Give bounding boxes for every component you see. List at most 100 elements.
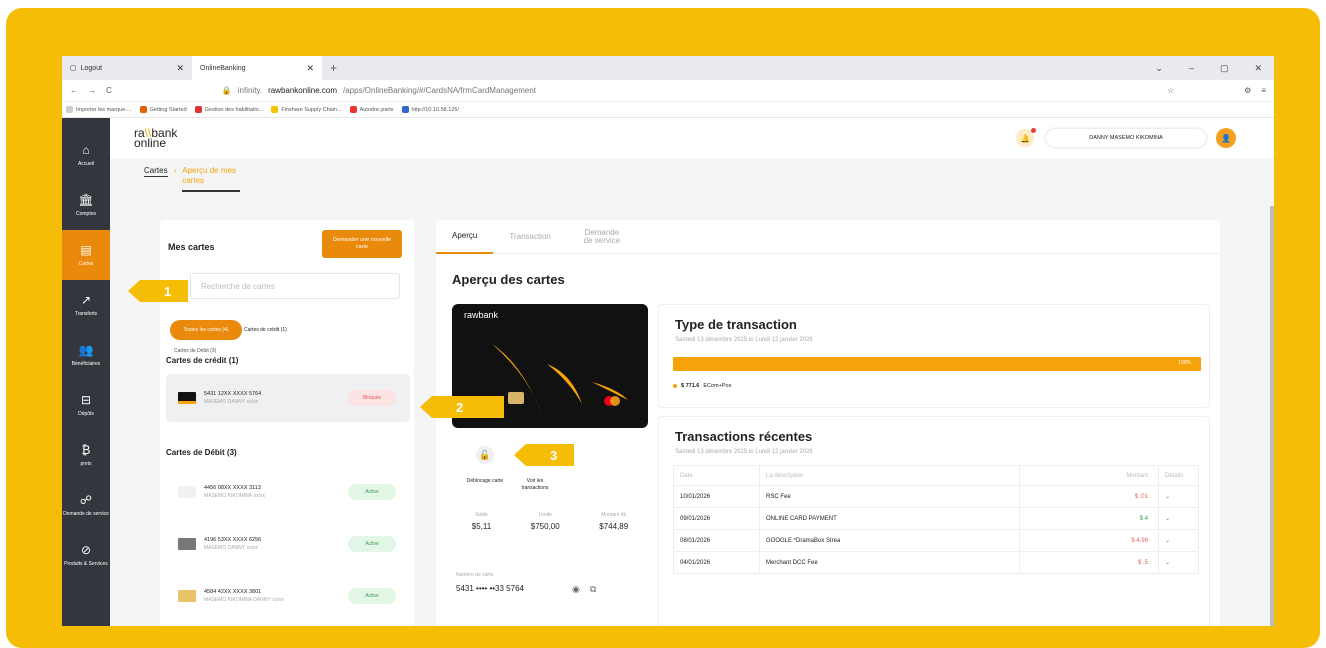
column-header: Détails: [1158, 465, 1199, 486]
reload-icon[interactable]: C: [106, 86, 112, 95]
minimize-icon[interactable]: –: [1189, 63, 1194, 74]
card-thumbnail: [178, 590, 196, 602]
logo-text: online: [134, 136, 167, 150]
transaction-type-title: Type de transaction: [675, 317, 797, 332]
tab-apercu[interactable]: Aperçu: [436, 220, 494, 254]
sidebar-item-beneficiaires[interactable]: 👥 Bénéficiaires: [62, 330, 110, 380]
sidebar-item-transferts[interactable]: ↗ Transferts: [62, 280, 110, 330]
sidebar-item-label: Dépôts: [78, 411, 94, 417]
sidebar-item-produits[interactable]: ⊘ Produits & Services: [62, 530, 110, 580]
row-amount: $ 4.99: [1019, 529, 1159, 552]
browser-tab-logout[interactable]: ▢ Logout ✕: [62, 56, 192, 80]
stat-value: $744,89: [599, 522, 629, 531]
sidebar-item-comptes[interactable]: 🏛 Comptes: [62, 180, 110, 230]
bookmark-item[interactable]: Gestion des habilitatio...: [194, 106, 264, 113]
close-icon[interactable]: ✕: [306, 63, 314, 74]
chevron-down-icon[interactable]: ⌄: [1155, 63, 1163, 74]
table-row[interactable]: 09/01/2026 ONLINE CARD PAYMENT $ 4 ⌄: [673, 507, 1199, 530]
filter-all-cards[interactable]: Toutes les cartes (4): [170, 320, 242, 340]
card-expiry: xx/xx: [246, 545, 259, 551]
browser-tabbar: ▢ Logout ✕ OnlineBanking ✕ + ⌄ – ▢ ✕: [62, 56, 1274, 80]
bookmark-label: Gestion des habilitatio...: [204, 106, 264, 113]
tab-transaction[interactable]: Transaction: [493, 220, 567, 254]
chevron-down-icon[interactable]: ⌄: [1158, 529, 1199, 552]
maximize-icon[interactable]: ▢: [1220, 63, 1229, 74]
card-item[interactable]: 4584 42XX XXXX 3801 MASEMO KIKOMINA DANNY…: [166, 572, 410, 620]
table-row[interactable]: 04/01/2026 Merchant DCC Fee $ .5 ⌄: [673, 551, 1199, 574]
status-badge: Active: [348, 536, 396, 552]
card-details-panel: Aperçu Transaction Demande de service Ap…: [436, 220, 1220, 626]
bell-icon[interactable]: 🔔: [1016, 128, 1036, 147]
chevron-down-icon[interactable]: ⌄: [1158, 551, 1199, 574]
view-transactions-label[interactable]: Voir les transactions: [515, 478, 555, 492]
bookmark-item[interactable]: Finshare Supply Chain...: [271, 106, 342, 113]
table-row[interactable]: 10/01/2026 RSC Fee $ .01 ⌄: [673, 485, 1199, 508]
unlock-card-button[interactable]: 🔓: [476, 446, 494, 464]
breadcrumb-cartes[interactable]: Cartes: [144, 166, 168, 177]
forward-icon[interactable]: →: [88, 86, 96, 95]
sidebar-item-prets[interactable]: ₿ prets: [62, 430, 110, 480]
page-scrollbar[interactable]: [1270, 206, 1274, 626]
sidebar: ⌂ Accueil 🏛 Comptes ▤ Cartes ↗ Transferts 👥 B…: [62, 118, 110, 626]
stat-value: $750,00: [530, 522, 560, 531]
bank-icon: 🏛: [78, 193, 94, 207]
bookmark-item[interactable]: Getting Started: [139, 106, 187, 113]
request-card-label: Demander une nouvelle carte: [332, 237, 392, 250]
bookmark-item[interactable]: Autodoc.parts: [349, 106, 394, 113]
callout-2: 2: [420, 396, 504, 418]
app-header: ra\\bank online 🔔 DANNY MASEMO KIKOMINA 👤: [110, 118, 1274, 158]
eye-icon[interactable]: ◉: [572, 584, 580, 595]
chevron-down-icon[interactable]: ⌄: [1158, 485, 1199, 508]
callout-1: 1: [128, 280, 188, 302]
sidebar-item-accueil[interactable]: ⌂ Accueil: [62, 130, 110, 180]
copy-icon[interactable]: ⧉: [590, 584, 596, 595]
browser-tab-onlinebanking[interactable]: OnlineBanking ✕: [192, 56, 322, 80]
user-name[interactable]: DANNY MASEMO KIKOMINA: [1046, 129, 1206, 147]
card-item[interactable]: 5431 12XX XXXX 5764 MASEMO DANNY xx/xx Bl…: [166, 374, 410, 422]
unlock-card-label[interactable]: Déblocage carte: [465, 478, 505, 485]
bookmark-item[interactable]: http://10.10.58.126/: [401, 106, 459, 113]
request-card-button[interactable]: Demander une nouvelle carte: [322, 230, 402, 258]
transaction-type-card: Type de transaction Samedi 13 décembre 2…: [658, 304, 1210, 408]
row-description: RSC Fee: [759, 485, 1020, 508]
callout-3: 3: [514, 444, 574, 466]
tab-label: OnlineBanking: [200, 64, 246, 72]
back-icon[interactable]: ←: [70, 86, 78, 95]
url-prefix: infinity.: [237, 86, 263, 95]
debit-section-title: Cartes de Débit (3): [166, 448, 237, 457]
tab-demande[interactable]: Demande de service: [567, 220, 637, 254]
card-item[interactable]: 4196 53XX XXXX 6256 MASEMO DANNY xx/xx Ac…: [166, 520, 410, 568]
recent-transactions-card: Transactions récentes Samedi 13 décembre…: [658, 416, 1210, 626]
service-icon: ☍: [79, 493, 93, 507]
bookmark-label: Getting Started: [149, 106, 187, 113]
card-number: 5431 12XX XXXX 5764: [204, 391, 262, 397]
sidebar-item-demande[interactable]: ☍ Demande de service: [62, 480, 110, 530]
card-item[interactable]: 4456 08XX XXXX 3113 MASEMO KIKOMINA xx/xx…: [166, 468, 410, 516]
close-icon[interactable]: ✕: [176, 63, 184, 74]
row-description: GOOGLE *DramaBox Strea: [759, 529, 1020, 552]
bookmark-item[interactable]: Importer les marque-...: [66, 106, 132, 113]
star-icon[interactable]: ☆: [1167, 86, 1174, 95]
sidebar-item-cartes[interactable]: ▤ Cartes: [62, 230, 110, 280]
menu-icon[interactable]: ≡: [1261, 86, 1266, 95]
avatar[interactable]: 👤: [1216, 128, 1236, 148]
sidebar-item-depots[interactable]: ⊟ Dépôts: [62, 380, 110, 430]
new-tab-icon[interactable]: +: [330, 61, 337, 75]
sidebar-item-label: Comptes: [75, 211, 96, 217]
url-path: /apps/OnlineBanking/#/CardsNA/frmCardMan…: [343, 86, 536, 95]
url-field[interactable]: 🔒 infinity. rawbankonline.com/apps/OnlineB…: [122, 86, 1157, 95]
card-number-label: Numéro de carte: [456, 572, 494, 578]
row-date: 08/01/2026: [673, 529, 760, 552]
card-expiry: xx/xx: [246, 399, 259, 405]
card-search-input[interactable]: Recherche de cartes: [190, 273, 400, 299]
section-subtitle: Cartes de Débit (3): [174, 348, 217, 354]
table-row[interactable]: 08/01/2026 GOOGLE *DramaBox Strea $ 4.99 ⌄: [673, 529, 1199, 552]
url-domain: rawbankonline.com: [268, 86, 337, 95]
chevron-right-icon: ›: [173, 166, 177, 175]
filter-credit-cards[interactable]: Cartes de crédit (1): [244, 320, 287, 340]
extension-icon[interactable]: ⚙: [1244, 86, 1251, 95]
stat-limit: Limite $750,00: [531, 512, 560, 531]
close-window-icon[interactable]: ✕: [1254, 63, 1262, 74]
chevron-down-icon[interactable]: ⌄: [1158, 507, 1199, 530]
breadcrumb-current: Aperçu de mes cartes: [182, 166, 241, 192]
